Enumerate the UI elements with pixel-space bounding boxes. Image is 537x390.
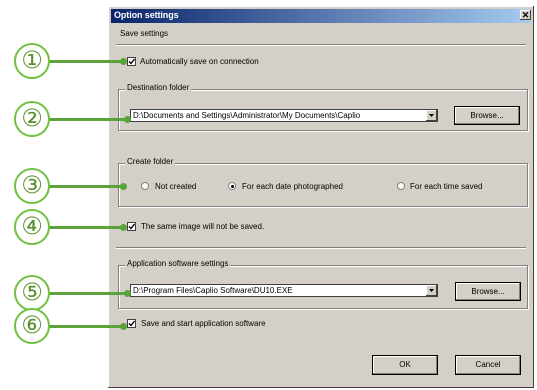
callout-line <box>43 185 123 188</box>
callout-dot <box>120 183 127 190</box>
callout-5: ⑤ <box>14 275 50 311</box>
callout-4: ④ <box>14 209 50 245</box>
radio-selected-dot <box>230 184 234 188</box>
create-folder-header: Create folder <box>125 157 176 166</box>
radio-each-date-photographed-label: For each date photographed <box>242 182 343 191</box>
callout-line <box>43 118 127 121</box>
callout-line <box>43 60 123 63</box>
application-path-value: D:\Program Files\Caplio Software\DU10.EX… <box>133 286 293 295</box>
callout-2: ② <box>14 101 50 137</box>
radio-not-created[interactable] <box>141 182 149 190</box>
auto-save-checkbox[interactable] <box>127 57 136 66</box>
radio-each-time-saved-label: For each time saved <box>410 182 483 191</box>
radio-not-created-label: Not created <box>155 182 197 191</box>
destination-folder-value: D:\Documents and Settings\Administrator\… <box>133 111 361 120</box>
save-settings-header: Save settings <box>120 29 169 38</box>
destination-folder-dropdown[interactable]: D:\Documents and Settings\Administrator\… <box>130 109 438 122</box>
auto-save-label: Automatically save on connection <box>140 57 259 66</box>
chevron-down-icon[interactable] <box>426 110 437 121</box>
callout-line <box>43 226 123 229</box>
callout-dot <box>124 116 131 123</box>
radio-each-time-saved[interactable] <box>397 182 405 190</box>
chevron-down-icon[interactable] <box>426 285 437 296</box>
radio-each-date-photographed[interactable] <box>228 182 236 190</box>
no-duplicate-checkbox[interactable] <box>127 222 136 231</box>
application-path-dropdown[interactable]: D:\Program Files\Caplio Software\DU10.EX… <box>130 284 438 297</box>
no-duplicate-label: The same image will not be saved. <box>141 222 265 231</box>
save-and-start-checkbox[interactable] <box>127 319 136 328</box>
callout-dot <box>120 323 127 330</box>
application-settings-header: Application software settings <box>125 259 231 268</box>
application-browse-button[interactable]: Browse... <box>455 282 521 301</box>
dialog-title: Option settings <box>114 10 179 20</box>
divider <box>116 44 526 46</box>
callout-dot <box>124 290 131 297</box>
destination-folder-header: Destination folder <box>125 83 192 92</box>
save-and-start-label: Save and start application software <box>141 319 266 328</box>
checkmark-icon <box>128 320 135 327</box>
cancel-button[interactable]: Cancel <box>455 355 521 375</box>
callout-6: ⑥ <box>14 308 50 344</box>
callout-1: ① <box>14 43 50 79</box>
callout-line <box>43 292 127 295</box>
callout-dot <box>120 224 127 231</box>
checkmark-icon <box>128 58 135 65</box>
ok-button[interactable]: OK <box>372 355 438 375</box>
close-button[interactable]: ✕ <box>520 10 531 20</box>
callout-line <box>43 325 123 328</box>
callout-dot <box>120 58 127 65</box>
destination-browse-button[interactable]: Browse... <box>454 106 520 125</box>
checkmark-icon <box>128 223 135 230</box>
divider <box>116 247 526 249</box>
callout-3: ③ <box>14 168 50 204</box>
